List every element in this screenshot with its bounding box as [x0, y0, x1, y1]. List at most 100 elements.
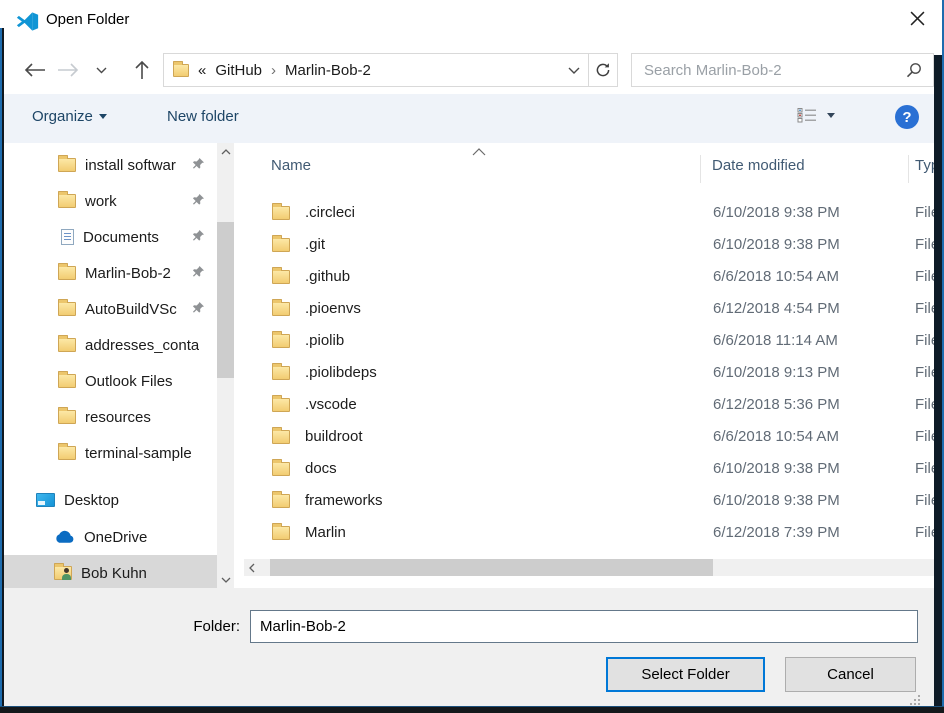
- folder-icon: [272, 334, 290, 348]
- refresh-icon: [595, 62, 611, 78]
- folder-icon: [58, 158, 76, 172]
- chevron-down-icon: [568, 67, 580, 75]
- command-bar: Organize New folder ?: [4, 94, 934, 143]
- help-icon: ?: [902, 109, 911, 126]
- column-header-name[interactable]: Name: [271, 157, 311, 174]
- file-row[interactable]: .circleci6/10/2018 9:38 PMFile: [244, 198, 934, 230]
- window-title: Open Folder: [46, 11, 129, 28]
- breadcrumb-marlin-bob-2[interactable]: Marlin-Bob-2: [285, 62, 371, 79]
- file-row[interactable]: .piolibdeps6/10/2018 9:13 PMFile: [244, 358, 934, 390]
- search-input[interactable]: [632, 62, 906, 79]
- help-button[interactable]: ?: [895, 105, 919, 129]
- horizontal-scrollbar-thumb[interactable]: [270, 559, 713, 576]
- organize-menu[interactable]: Organize: [32, 108, 107, 125]
- sidebar-item-terminal-sample[interactable]: terminal-sample: [4, 435, 217, 471]
- file-type: File: [915, 524, 934, 541]
- sidebar-item-onedrive[interactable]: OneDrive: [4, 519, 217, 555]
- details-view-icon: [797, 107, 817, 123]
- close-button[interactable]: [901, 4, 933, 32]
- pin-icon: [192, 193, 205, 210]
- sidebar-item-work[interactable]: work: [4, 183, 217, 219]
- window-edge-bottom: [0, 706, 944, 713]
- folder-icon: [58, 302, 76, 316]
- file-row[interactable]: buildroot6/6/2018 10:54 AMFile: [244, 422, 934, 454]
- chevron-down-icon: [221, 577, 231, 583]
- sidebar-item-desktop[interactable]: Desktop: [4, 482, 217, 518]
- sidebar-item-marlin-bob-2[interactable]: Marlin-Bob-2: [4, 255, 217, 291]
- sidebar-item-autobuildvsc[interactable]: AutoBuildVSc: [4, 291, 217, 327]
- address-bar[interactable]: « GitHub › Marlin-Bob-2: [163, 53, 589, 87]
- file-row[interactable]: Marlin6/12/2018 7:39 PMFile: [244, 518, 934, 550]
- file-date: 6/10/2018 9:38 PM: [713, 492, 840, 509]
- resize-grip[interactable]: [909, 694, 920, 705]
- change-view-button[interactable]: [797, 107, 835, 123]
- column-divider[interactable]: [700, 155, 701, 183]
- caret-down-icon: [99, 114, 107, 119]
- new-folder-button[interactable]: New folder: [167, 108, 239, 125]
- caret-down-icon: [827, 113, 835, 118]
- tree-scrollbar-thumb[interactable]: [217, 222, 234, 378]
- sidebar-item-outlook-files[interactable]: Outlook Files: [4, 363, 217, 399]
- sidebar-item-label: Desktop: [64, 492, 119, 509]
- navigation-pane: install softwar work Documents Marlin-Bo…: [4, 143, 217, 588]
- file-name: .circleci: [305, 204, 355, 221]
- title-bar: Open Folder: [0, 0, 934, 46]
- file-date: 6/10/2018 9:38 PM: [713, 460, 840, 477]
- search-box: [631, 53, 934, 87]
- file-type: File: [915, 204, 934, 221]
- folder-icon: [272, 238, 290, 252]
- folder-icon: [272, 462, 290, 476]
- folder-icon: [173, 64, 189, 77]
- scroll-left-button[interactable]: [244, 559, 260, 576]
- back-button[interactable]: [23, 58, 47, 82]
- file-name: .piolib: [305, 332, 344, 349]
- search-icon[interactable]: [906, 62, 922, 78]
- file-row[interactable]: .vscode6/12/2018 5:36 PMFile: [244, 390, 934, 422]
- file-type: File: [915, 396, 934, 413]
- folder-icon: [58, 266, 76, 280]
- sidebar-item-bob-kuhn[interactable]: Bob Kuhn: [4, 555, 217, 588]
- folder-icon: [58, 194, 76, 208]
- select-folder-button[interactable]: Select Folder: [606, 657, 765, 692]
- file-row[interactable]: .pioenvs6/12/2018 4:54 PMFile: [244, 294, 934, 326]
- file-type: File: [915, 492, 934, 509]
- file-date: 6/10/2018 9:13 PM: [713, 364, 840, 381]
- column-header-date-modified[interactable]: Date modified: [712, 157, 805, 174]
- onedrive-icon: [54, 530, 75, 544]
- tree-scrollbar[interactable]: [217, 143, 234, 588]
- folder-name-input[interactable]: [250, 610, 918, 643]
- file-type: File: [915, 268, 934, 285]
- file-date: 6/12/2018 4:54 PM: [713, 300, 840, 317]
- file-row[interactable]: .git6/10/2018 9:38 PMFile: [244, 230, 934, 262]
- file-row[interactable]: docs6/10/2018 9:38 PMFile: [244, 454, 934, 486]
- sidebar-item-addresses-contacts[interactable]: addresses_conta: [4, 327, 217, 363]
- file-name: frameworks: [305, 492, 383, 509]
- column-divider[interactable]: [908, 155, 909, 183]
- refresh-button[interactable]: [588, 53, 618, 87]
- recent-locations-button[interactable]: [92, 58, 110, 82]
- up-button[interactable]: [130, 58, 154, 82]
- column-header-type[interactable]: Typ: [915, 157, 934, 174]
- file-row[interactable]: frameworks 6/10/2018 9:38 PM File: [244, 486, 934, 518]
- horizontal-scrollbar[interactable]: [244, 559, 934, 576]
- sidebar-item-install-software[interactable]: install softwar: [4, 147, 217, 183]
- file-type: File: [915, 236, 934, 253]
- breadcrumb-collapse[interactable]: «: [198, 62, 206, 79]
- breadcrumb-github[interactable]: GitHub: [215, 62, 262, 79]
- folder-icon: [58, 338, 76, 352]
- cancel-button[interactable]: Cancel: [785, 657, 916, 692]
- file-type: File: [915, 332, 934, 349]
- cancel-label: Cancel: [827, 666, 874, 683]
- sidebar-item-resources[interactable]: resources: [4, 399, 217, 435]
- sidebar-item-documents[interactable]: Documents: [4, 219, 217, 255]
- up-icon: [135, 60, 149, 80]
- scroll-down-button[interactable]: [217, 571, 234, 588]
- forward-button[interactable]: [56, 58, 80, 82]
- open-folder-dialog: Open Folder « GitHub › Marlin-Bob-2: [0, 0, 944, 713]
- file-row[interactable]: .github6/6/2018 10:54 AMFile: [244, 262, 934, 294]
- chevron-down-icon: [96, 67, 107, 74]
- file-row[interactable]: .piolib6/6/2018 11:14 AMFile: [244, 326, 934, 358]
- breadcrumb-separator: ›: [271, 62, 276, 79]
- address-dropdown-button[interactable]: [568, 62, 580, 79]
- scroll-up-button[interactable]: [217, 143, 234, 160]
